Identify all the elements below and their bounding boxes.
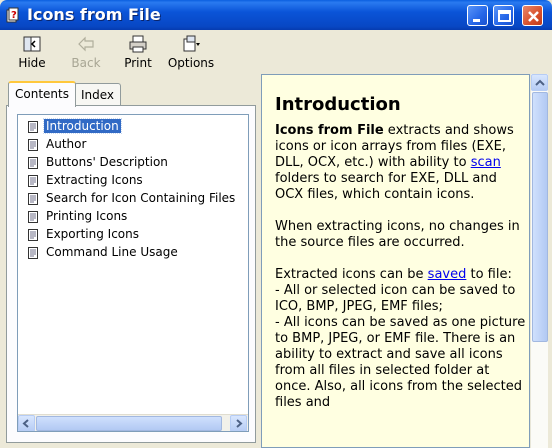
tree-item-label: Command Line Usage — [46, 245, 178, 259]
options-label: Options — [167, 56, 215, 70]
print-label: Print — [124, 56, 152, 70]
back-arrow-icon — [78, 36, 94, 52]
saving-line-1: - All or selected icon can be saved to I… — [275, 283, 516, 314]
tree-item-exporting-icons[interactable]: Exporting Icons — [28, 227, 141, 243]
topic-page-icon — [28, 229, 38, 241]
tree-item-printing-icons[interactable]: Printing Icons — [28, 209, 129, 225]
tree-item-label: Search for Icon Containing Files — [46, 191, 236, 205]
title-bar[interactable]: ? Icons from File — [0, 0, 552, 30]
intro-paragraph: Icons from File extracts and shows icons… — [275, 123, 527, 203]
contents-tree[interactable]: Introduction Author Buttons' Description… — [17, 114, 249, 432]
tree-horizontal-scrollbar[interactable] — [18, 414, 248, 431]
options-button[interactable]: Options — [164, 34, 218, 74]
tree-item-author[interactable]: Author — [28, 137, 88, 153]
topic-page-icon — [28, 157, 38, 169]
scroll-thumb[interactable] — [36, 416, 222, 431]
scroll-thumb[interactable] — [532, 92, 548, 342]
window-title: Icons from File — [27, 5, 161, 24]
maximize-icon — [498, 10, 511, 22]
close-icon — [528, 11, 539, 22]
back-label: Back — [71, 56, 101, 70]
intro-text-b: folders to search for EXE, DLL and OCX f… — [275, 171, 497, 202]
scroll-up-button[interactable] — [531, 74, 548, 91]
tree-item-label: Printing Icons — [46, 209, 128, 223]
tree-item-label: Introduction — [43, 118, 122, 134]
chevron-left-icon — [22, 419, 29, 428]
tree-item-command-line[interactable]: Command Line Usage — [28, 245, 180, 261]
options-icon — [183, 35, 200, 52]
hide-pane-icon — [23, 36, 41, 52]
navigation-pane: Contents Index Introduction Author Butto… — [4, 80, 256, 444]
svg-text:?: ? — [11, 10, 17, 21]
topic-vertical-scrollbar[interactable] — [530, 74, 548, 448]
minimize-icon — [473, 19, 480, 22]
minimize-button[interactable] — [467, 5, 488, 26]
scroll-right-button[interactable] — [230, 415, 247, 431]
tab-contents[interactable]: Contents — [8, 81, 76, 107]
contents-panel: Introduction Author Buttons' Description… — [6, 105, 256, 443]
toolbar: Hide Back Print Options — [0, 30, 552, 74]
tree-item-introduction[interactable]: Introduction — [28, 118, 122, 135]
saving-text-b: to file: — [466, 267, 512, 282]
maximize-button[interactable] — [493, 5, 514, 26]
topic-page-icon — [28, 193, 38, 205]
close-button[interactable] — [522, 5, 543, 26]
scan-link[interactable]: scan — [471, 155, 501, 170]
product-name: Icons from File — [275, 123, 384, 138]
topic-page-icon — [28, 211, 38, 223]
scroll-left-button[interactable] — [18, 415, 35, 431]
topic-pane[interactable]: Introduction Icons from File extracts an… — [261, 74, 530, 448]
tree-item-label: Exporting Icons — [46, 227, 139, 241]
app-help-icon: ? — [6, 7, 19, 23]
tab-index-label: Index — [81, 88, 115, 102]
back-button[interactable]: Back — [64, 34, 108, 74]
tree-item-buttons-description[interactable]: Buttons' Description — [28, 155, 170, 171]
tree-item-extracting-icons[interactable]: Extracting Icons — [28, 173, 145, 189]
printer-icon — [129, 35, 147, 53]
tab-index[interactable]: Index — [74, 83, 122, 107]
tree-item-label: Extracting Icons — [46, 173, 143, 187]
hide-button[interactable]: Hide — [10, 34, 54, 74]
saving-line-2: - All icons can be saved as one picture … — [275, 315, 526, 410]
tree-item-search-files[interactable]: Search for Icon Containing Files — [28, 191, 237, 207]
source-files-paragraph: When extracting icons, no changes in the… — [275, 219, 520, 250]
topic-page-icon — [28, 175, 38, 187]
print-button[interactable]: Print — [116, 34, 160, 74]
saving-paragraph: Extracted icons can be saved to file: - … — [275, 267, 527, 411]
saved-link[interactable]: saved — [428, 267, 467, 282]
topic-heading: Introduction — [275, 94, 401, 115]
topic-page-icon — [28, 247, 38, 259]
chevron-right-icon — [236, 419, 243, 428]
topic-page-icon — [28, 121, 38, 133]
tree-item-label: Author — [46, 137, 87, 151]
topic-content: Introduction Icons from File extracts an… — [275, 95, 527, 411]
hide-label: Hide — [18, 56, 46, 70]
saving-text-a: Extracted icons can be — [275, 267, 428, 282]
topic-page-icon — [28, 139, 38, 151]
tree-item-label: Buttons' Description — [46, 155, 168, 169]
tab-contents-label: Contents — [15, 87, 69, 101]
chevron-up-icon — [535, 79, 545, 86]
